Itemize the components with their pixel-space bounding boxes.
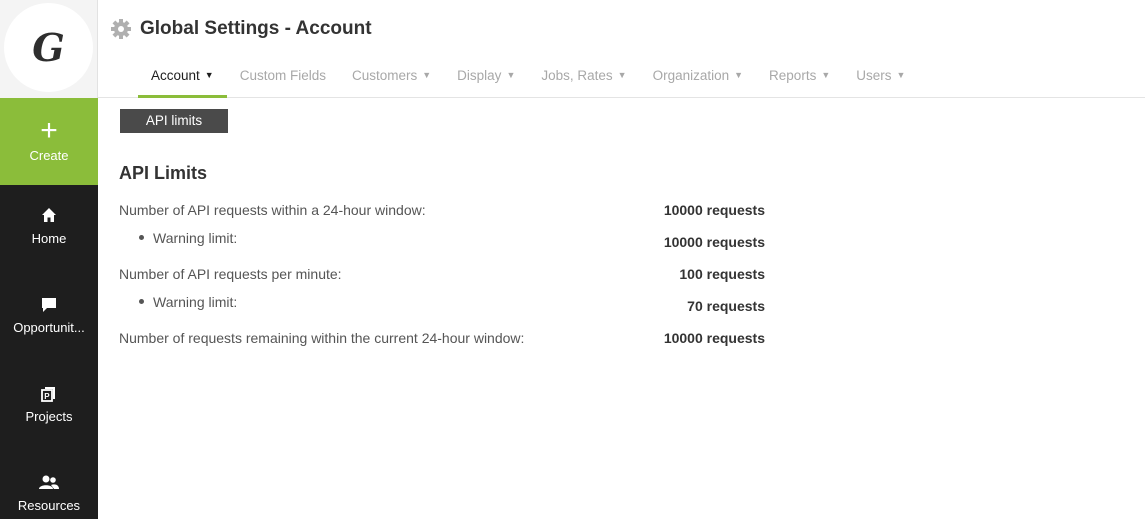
tab-customers[interactable]: Customers ▼ [339,62,444,98]
sidebar-item-label: Projects [25,409,73,424]
project-folder-icon: P [0,385,98,407]
create-label: Create [29,148,69,163]
sidebar-item-opportunities[interactable]: Opportunit... [0,296,98,335]
tab-label: Custom Fields [239,68,326,83]
sidebar-item-label: Opportunit... [13,320,85,335]
limit-label: Number of API requests per minute: [119,266,342,282]
tab-label: Customers [351,68,418,83]
tab-organization[interactable]: Organization ▼ [640,62,756,98]
chevron-down-icon: ▼ [734,70,744,80]
limit-label: Warning limit: [153,230,238,246]
page-title: Global Settings - Account [140,18,372,39]
sidebar-item-label: Resources [17,498,81,513]
tab-label: Account [151,68,200,83]
limit-label: Warning limit: [153,294,238,310]
limit-value: 10000 requests [663,234,765,250]
chevron-down-icon: ▼ [821,70,831,80]
tab-reports[interactable]: Reports ▼ [756,62,843,98]
section-title: API Limits [119,163,208,183]
tab-label: Users [856,68,892,83]
limit-label: Number of requests remaining within the … [119,330,525,346]
chevron-down-icon: ▼ [896,70,906,80]
logo[interactable]: G [4,3,93,92]
chevron-down-icon: ▼ [204,70,214,80]
sidebar-item-projects[interactable]: P Projects [0,385,98,424]
title-row: Global Settings - Account [110,18,372,40]
chat-bubble-icon [0,296,98,318]
chevron-down-icon: ▼ [506,70,516,80]
tab-label: Display [457,68,502,83]
tab-label: Organization [652,68,730,83]
limit-value: 10000 requests [663,202,765,218]
sidebar-item-home[interactable]: Home [0,207,98,246]
home-icon [0,207,98,229]
bullet-icon [139,299,144,304]
svg-text:P: P [44,392,50,401]
logo-area: G [0,0,98,98]
tab-label: Reports [769,68,817,83]
limit-label: Number of API requests within a 24-hour … [119,202,426,218]
sidebar-item-label: Home [31,231,67,246]
limit-value: 100 requests [679,266,765,282]
people-icon [0,474,98,496]
tab-custom-fields[interactable]: Custom Fields [227,62,339,98]
plus-icon: + [40,114,58,147]
chevron-down-icon: ▼ [422,70,432,80]
tab-label: Jobs, Rates [541,68,613,83]
limit-sublabel: Warning limit: [139,230,237,246]
limit-value: 10000 requests [663,330,765,346]
logo-letter: G [32,25,65,70]
chevron-down-icon: ▼ [617,70,627,80]
create-button[interactable]: + Create [0,98,98,185]
sidebar: G + Create Home Opportunit... P Projects [0,0,98,519]
tab-account[interactable]: Account ▼ [138,62,227,98]
tab-jobs-rates[interactable]: Jobs, Rates ▼ [528,62,639,98]
limit-sublabel: Warning limit: [139,294,237,310]
sidebar-item-resources[interactable]: Resources [0,474,98,513]
tab-display[interactable]: Display ▼ [444,62,528,98]
gear-icon [110,18,132,40]
api-limits-subtab-button[interactable]: API limits [120,109,228,133]
header: Global Settings - Account Account ▼ Custo… [98,0,1145,98]
bullet-icon [139,235,144,240]
tab-users[interactable]: Users ▼ [843,62,918,98]
tab-bar: Account ▼ Custom Fields Customers ▼ Displa… [138,62,918,98]
limit-value: 70 requests [687,298,765,314]
